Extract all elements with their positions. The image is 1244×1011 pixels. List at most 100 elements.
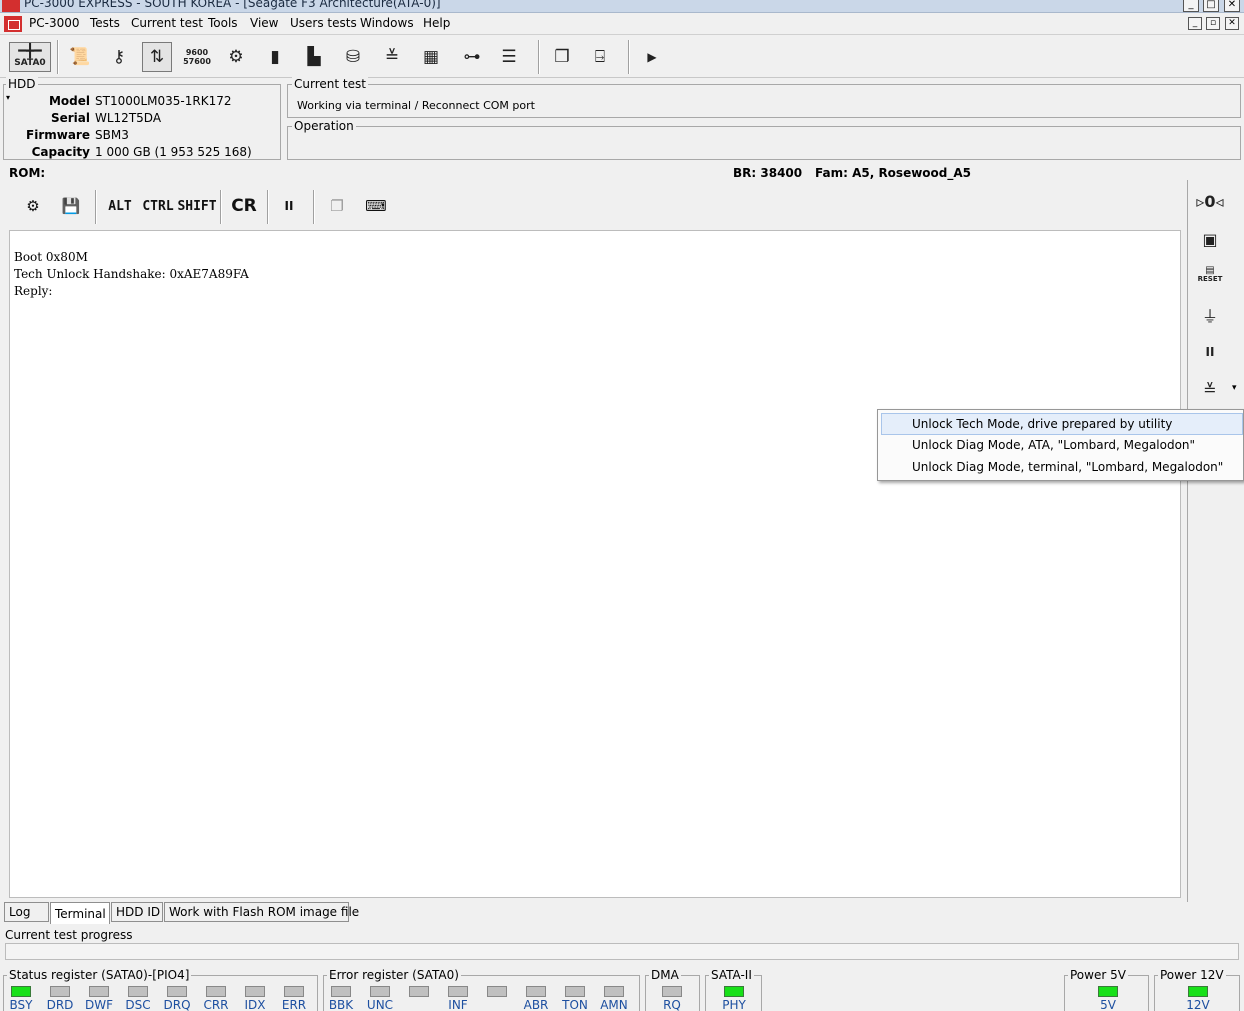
document-icon[interactable] [4, 16, 22, 32]
reset-button[interactable]: ▤ RESET [1193, 260, 1227, 290]
ctrl-key-button[interactable]: CTRL [140, 192, 176, 220]
error-led-ton [565, 986, 585, 997]
windows-icon: ❐ [554, 47, 570, 67]
grid-button[interactable]: ▦ [416, 42, 446, 72]
toolbar-separator [538, 40, 540, 74]
dma-group: DMA RQ [645, 968, 700, 1011]
probe-button[interactable]: ⏚ [1193, 300, 1227, 330]
disk-button[interactable]: ⛁ [338, 42, 368, 72]
status-led-bsy [11, 986, 31, 997]
current-test-label: Current test [292, 77, 368, 91]
gears-button[interactable]: ⚙ [221, 42, 251, 72]
terminal-line-1: Boot 0x80M [14, 250, 88, 264]
current-test-value: Working via terminal / Reconnect COM por… [297, 99, 535, 112]
terminal-line-2: Tech Unlock Handshake: 0xAE7A89FA [14, 267, 249, 281]
mdi-restore-button[interactable]: ▫ [1206, 17, 1220, 30]
gear-plug-icon: ⚙ [26, 197, 40, 215]
hdd-firmware-key: Firmware [26, 128, 90, 142]
toolbar-separator [267, 190, 269, 224]
right-pause-button[interactable]: II [1193, 337, 1227, 367]
error-led-label: TON [562, 998, 588, 1011]
exit-icon: ⍈ [594, 47, 606, 67]
error-led-inf [448, 986, 468, 997]
pause-button[interactable]: II [275, 192, 303, 220]
sata-port-button[interactable]: ━╋━ SATA0 [9, 42, 51, 72]
progress-bar [5, 943, 1239, 960]
app-icon [2, 0, 20, 12]
head-stack-button[interactable]: ≚ [377, 42, 407, 72]
cr-key-button[interactable]: CR [228, 192, 260, 220]
board-button[interactable]: ▣ [1193, 224, 1227, 254]
title-bar: PC-3000 EXPRESS - SOUTH KOREA - [Seagate… [0, 0, 1244, 13]
alt-key-button[interactable]: ALT [104, 192, 136, 220]
power-toggle-button[interactable]: ▹0◃ [1193, 186, 1227, 216]
menu-item-unlock-diag-ata[interactable]: Unlock Diag Mode, ATA, "Lombard, Megalod… [881, 434, 1243, 456]
unlock-dropdown-icon[interactable]: ▾ [1232, 383, 1237, 393]
window-title: PC-3000 EXPRESS - SOUTH KOREA - [Seagate… [24, 0, 441, 10]
status-led-label: CRR [203, 998, 229, 1011]
menu-windows[interactable]: Windows [360, 16, 414, 30]
menu-help[interactable]: Help [423, 16, 450, 30]
tab-hdd-id[interactable]: HDD ID [111, 902, 163, 922]
run-button[interactable]: ▶ [637, 42, 667, 72]
hdd-serial-value: WL12T5DA [95, 111, 162, 125]
operation-label: Operation [292, 119, 356, 133]
power-12v-label: Power 12V [1158, 968, 1226, 982]
operation-group: Operation [287, 119, 1241, 160]
menu-tests[interactable]: Tests [90, 16, 120, 30]
menu-users-tests[interactable]: Users tests [290, 16, 357, 30]
connect-button[interactable]: ⚙ [17, 192, 49, 220]
exit-button[interactable]: ⍈ [585, 42, 615, 72]
error-led-label: INF [448, 998, 468, 1011]
copy-button[interactable]: ❐ [322, 192, 352, 220]
network-button[interactable]: ⊶ [455, 42, 489, 72]
terminal-output[interactable]: Boot 0x80M Tech Unlock Handshake: 0xAE7A… [9, 230, 1181, 898]
windows-button[interactable]: ❐ [547, 42, 577, 72]
power-5v-group: Power 5V 5V [1064, 968, 1149, 1011]
tab-flash-rom[interactable]: Work with Flash ROM image file [164, 902, 359, 922]
bar-chart-button[interactable]: ▙ [299, 42, 329, 72]
sata-port-label: SATA0 [14, 58, 46, 68]
scroll-icon: 📜 [69, 47, 91, 67]
main-toolbar: ━╋━ SATA0 📜 ⚷ ⇅ 9600 57600 ⚙ ▮ ▙ ⛁ ≚ ▦ ⊶… [0, 36, 1244, 78]
head-stack-icon: ≚ [384, 47, 400, 67]
baud-rate-bottom-label: 57600 [183, 57, 211, 66]
error-register-label: Error register (SATA0) [327, 968, 461, 982]
close-button[interactable]: ✕ [1224, 0, 1240, 12]
error-led-amn [604, 986, 624, 997]
list-button[interactable]: ☰ [494, 42, 524, 72]
menu-tools[interactable]: Tools [208, 16, 238, 30]
menu-pc3000[interactable]: PC-3000 [29, 16, 79, 30]
minimize-button[interactable]: _ [1183, 0, 1199, 12]
status-led-label: DRQ [163, 998, 191, 1011]
sata2-group: SATA-II PHY [705, 968, 762, 1011]
status-led-crr [206, 986, 226, 997]
terminal-mode-button[interactable]: ⇅ [142, 42, 172, 72]
error-led-label: UNC [366, 998, 394, 1011]
error-led-unused-4 [487, 986, 507, 997]
mdi-close-button[interactable]: ✕ [1225, 17, 1239, 30]
scroll-button[interactable]: 📜 [65, 42, 95, 72]
unlock-context-menu: Unlock Tech Mode, drive prepared by util… [877, 409, 1244, 481]
save-log-button[interactable]: 💾 [55, 192, 87, 220]
probe-icon: ⏚ [1201, 307, 1218, 326]
status-led-drq [167, 986, 187, 997]
menu-current-test[interactable]: Current test [131, 16, 203, 30]
power-12v-led [1188, 986, 1208, 997]
menu-item-unlock-tech-mode[interactable]: Unlock Tech Mode, drive prepared by util… [881, 413, 1243, 435]
toolbar-separator [628, 40, 630, 74]
unlock-button[interactable]: ≚ [1193, 374, 1227, 404]
tab-terminal[interactable]: Terminal [50, 902, 110, 924]
family-readout: Fam: A5, Rosewood_A5 [815, 166, 972, 180]
tab-log[interactable]: Log [4, 902, 49, 922]
keyboard-button[interactable]: ⌨ [361, 192, 391, 220]
mdi-minimize-button[interactable]: _ [1188, 17, 1202, 30]
shift-key-button[interactable]: SHIFT [177, 192, 216, 220]
status-led-idx [245, 986, 265, 997]
maximize-button[interactable]: □ [1203, 0, 1219, 12]
menu-view[interactable]: View [250, 16, 278, 30]
menu-item-unlock-diag-terminal[interactable]: Unlock Diag Mode, terminal, "Lombard, Me… [881, 456, 1243, 478]
key-button[interactable]: ⚷ [104, 42, 134, 72]
chip-button[interactable]: ▮ [260, 42, 290, 72]
baud-rate-button[interactable]: 9600 57600 [182, 42, 212, 72]
